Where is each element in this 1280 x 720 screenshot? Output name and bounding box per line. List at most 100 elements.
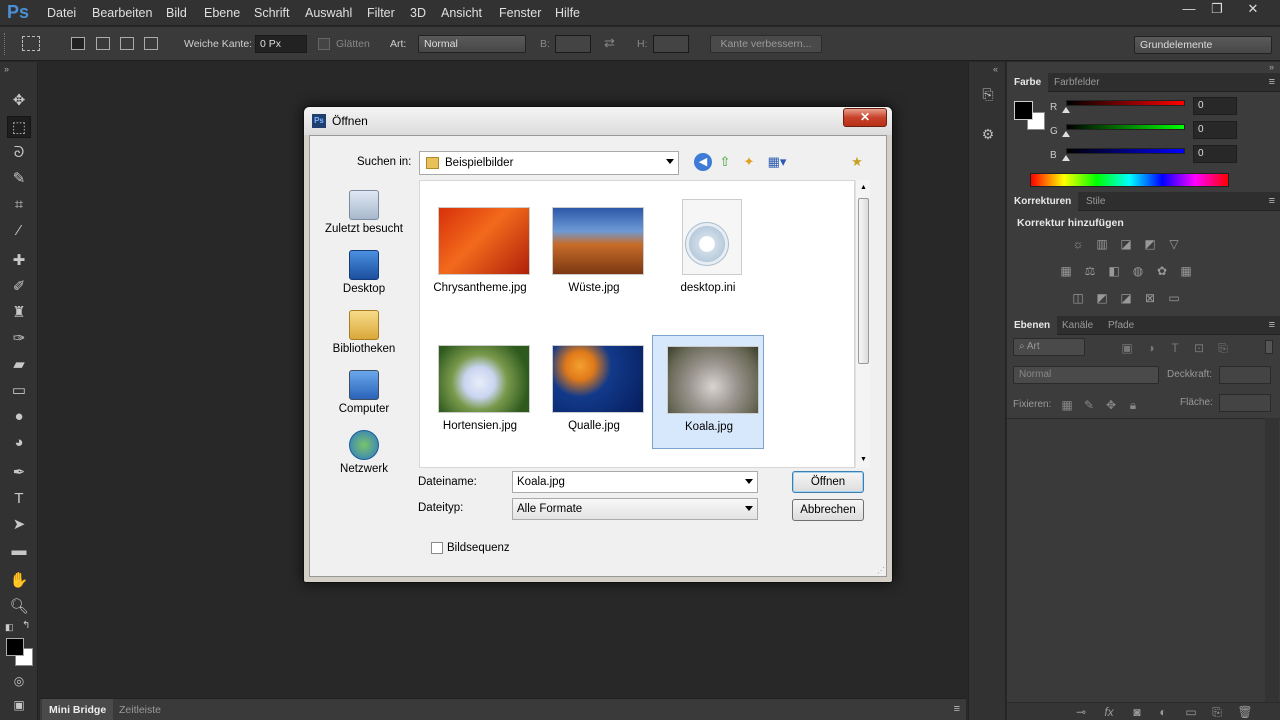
clone-stamp-tool-icon[interactable]: ♜ — [7, 302, 31, 324]
menu-filter[interactable]: Filter — [367, 6, 395, 20]
tab-farbe[interactable]: Farbe — [1007, 73, 1049, 92]
antialias-checkbox[interactable] — [318, 38, 330, 50]
file-item[interactable]: desktop.ini — [652, 197, 764, 311]
swap-colors-icon[interactable]: ↰ — [22, 620, 30, 631]
tab-kanaele[interactable]: Kanäle — [1055, 316, 1100, 335]
exposure-icon[interactable]: ◩ — [1142, 237, 1158, 251]
zoom-tool-icon[interactable]: 🔍︎ — [7, 596, 31, 618]
new-folder-icon[interactable]: ✦ — [740, 153, 758, 171]
quick-selection-tool-icon[interactable]: ✎ — [7, 168, 31, 190]
filter-shape-icon[interactable]: ⊡ — [1191, 341, 1207, 355]
color-value-b[interactable]: 0 — [1193, 145, 1237, 163]
healing-brush-tool-icon[interactable]: ✚ — [7, 250, 31, 272]
new-layer-icon[interactable]: ⎘ — [1209, 705, 1225, 719]
marquee-tool-preset-icon[interactable] — [22, 36, 40, 51]
options-grip[interactable] — [4, 33, 8, 55]
history-brush-tool-icon[interactable]: ✑ — [7, 328, 31, 350]
rectangle-tool-icon[interactable]: ▬ — [7, 540, 31, 562]
width-input[interactable] — [555, 35, 591, 53]
delete-layer-icon[interactable]: 🗑︎ — [1237, 705, 1253, 719]
color-slider-b[interactable] — [1066, 148, 1185, 154]
style-select[interactable]: Normal — [418, 35, 526, 53]
history-panel-icon[interactable]: ⎘ — [978, 86, 998, 106]
intersect-selection-icon[interactable] — [144, 37, 158, 50]
filter-pixel-icon[interactable]: ▣ — [1119, 341, 1135, 355]
filename-input[interactable]: Koala.jpg — [512, 471, 758, 493]
scroll-down-icon[interactable]: ▼ — [860, 456, 867, 463]
menu-ebene[interactable]: Ebene — [204, 6, 240, 20]
menu-hilfe[interactable]: Hilfe — [555, 6, 580, 20]
color-value-r[interactable]: 0 — [1193, 97, 1237, 115]
color-spectrum-bar[interactable] — [1030, 173, 1229, 187]
foreground-color-swatch[interactable] — [6, 638, 24, 656]
adjustments-panel-menu-icon[interactable]: ≡ — [1269, 195, 1275, 207]
filter-type-icon[interactable]: T — [1167, 341, 1183, 355]
color-value-g[interactable]: 0 — [1193, 121, 1237, 139]
lasso-tool-icon[interactable]: ᘐ — [7, 142, 31, 164]
eraser-tool-icon[interactable]: ▰ — [7, 354, 31, 376]
file-item[interactable]: Qualle.jpg — [538, 335, 650, 449]
restore-button[interactable]: ❐ — [1202, 0, 1232, 18]
resize-grip[interactable]: ⋰ — [877, 566, 885, 575]
gradient-map-icon[interactable]: ▭ — [1166, 291, 1182, 305]
threshold-icon[interactable]: ◪ — [1118, 291, 1134, 305]
tab-pfade[interactable]: Pfade — [1101, 316, 1141, 335]
tab-mini-bridge[interactable]: Mini Bridge — [42, 699, 114, 720]
collapse-panels-icon[interactable]: » — [1269, 62, 1274, 72]
place-recent[interactable]: Zuletzt besucht — [322, 190, 406, 235]
fill-input[interactable] — [1219, 394, 1271, 412]
expand-strip-icon[interactable]: « — [993, 64, 998, 74]
brush-tool-icon[interactable]: ✐ — [7, 276, 31, 298]
marquee-tool-icon[interactable]: ⬚ — [7, 116, 31, 138]
tab-zeitleiste[interactable]: Zeitleiste — [112, 699, 168, 720]
file-item[interactable]: Wüste.jpg — [538, 197, 650, 311]
open-button[interactable]: Öffnen — [792, 471, 864, 493]
gradient-tool-icon[interactable]: ▭ — [7, 380, 31, 402]
dialog-close-button[interactable]: ✕ — [843, 108, 887, 127]
selective-color-icon[interactable]: ⊠ — [1142, 291, 1158, 305]
layer-style-icon[interactable]: fx — [1101, 705, 1117, 719]
lock-position-icon[interactable]: ✥ — [1103, 398, 1119, 412]
up-folder-icon[interactable]: ⇧ — [716, 153, 734, 171]
eyedropper-tool-icon[interactable]: ⁄ — [7, 220, 31, 242]
color-panel-menu-icon[interactable]: ≡ — [1269, 76, 1275, 88]
menu-auswahl[interactable]: Auswahl — [305, 6, 352, 20]
posterize-icon[interactable]: ◩ — [1094, 291, 1110, 305]
refine-edge-button[interactable]: Kante verbessern... — [710, 35, 822, 53]
hue-saturation-icon[interactable]: ▦ — [1058, 264, 1074, 278]
curves-icon[interactable]: ◪ — [1118, 237, 1134, 251]
subtract-selection-icon[interactable] — [120, 37, 134, 50]
new-group-icon[interactable]: ▭ — [1183, 705, 1199, 719]
menu-3d[interactable]: 3D — [410, 6, 426, 20]
opacity-input[interactable] — [1219, 366, 1271, 384]
levels-icon[interactable]: ▥ — [1094, 237, 1110, 251]
default-colors-icon[interactable]: ◧ — [5, 622, 14, 633]
add-selection-icon[interactable] — [96, 37, 110, 50]
menu-datei[interactable]: Datei — [47, 6, 76, 20]
link-layers-icon[interactable]: ⊸ — [1073, 705, 1089, 719]
black-white-icon[interactable]: ◧ — [1106, 264, 1122, 278]
view-menu-icon[interactable]: ▦▾ — [764, 153, 790, 171]
properties-panel-icon[interactable]: ⚙ — [978, 126, 998, 146]
blend-mode-select[interactable]: Normal — [1013, 366, 1159, 384]
blur-tool-icon[interactable]: ● — [7, 406, 31, 428]
layer-filter-select[interactable]: ⌕ Art — [1013, 338, 1085, 356]
feather-input[interactable]: 0 Px — [255, 35, 307, 53]
height-input[interactable] — [653, 35, 689, 53]
lock-all-icon[interactable]: 🔒︎ — [1125, 398, 1141, 412]
lock-pixels-icon[interactable]: ✎ — [1081, 398, 1097, 412]
scroll-up-icon[interactable]: ▲ — [860, 184, 867, 191]
color-slider-r[interactable] — [1066, 100, 1185, 106]
close-window-button[interactable]: ✕ — [1238, 0, 1268, 18]
color-balance-icon[interactable]: ⚖ — [1082, 264, 1098, 278]
filter-adjust-icon[interactable]: ◑ — [1143, 341, 1159, 355]
place-desktop[interactable]: Desktop — [322, 250, 406, 295]
filetype-select[interactable]: Alle Formate — [512, 498, 758, 520]
bridge-folder-icon[interactable]: ★ — [848, 153, 866, 171]
swap-icon[interactable]: ⇄ — [604, 35, 615, 51]
panel-foreground-swatch[interactable] — [1014, 101, 1033, 120]
photo-filter-icon[interactable]: ◍ — [1130, 264, 1146, 278]
channel-mixer-icon[interactable]: ✿ — [1154, 264, 1170, 278]
menu-bild[interactable]: Bild — [166, 6, 187, 20]
menu-ansicht[interactable]: Ansicht — [441, 6, 482, 20]
